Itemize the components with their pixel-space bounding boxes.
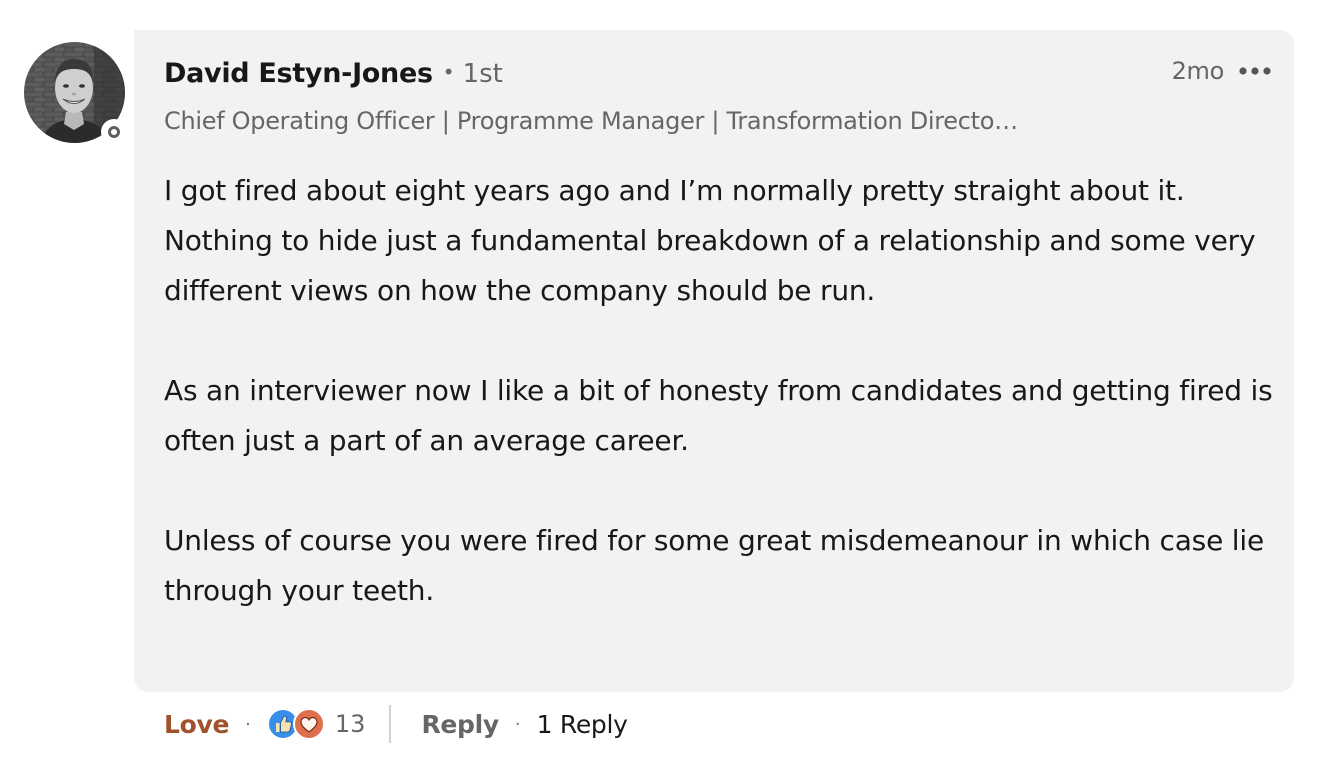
author-avatar[interactable] [24, 42, 127, 145]
author-row: David Estyn-Jones • 1st [164, 58, 503, 89]
comment-paragraph: Unless of course you were fired for some… [164, 524, 1264, 607]
reaction-count[interactable]: 13 [335, 710, 366, 738]
separator-dot: · [245, 713, 251, 735]
comment-meta: 2mo [1172, 56, 1272, 86]
ellipsis-icon [1239, 67, 1271, 75]
love-icon [292, 708, 325, 740]
replies-link[interactable]: 1 Reply [537, 710, 628, 739]
connection-degree: 1st [462, 59, 503, 89]
reaction-icons[interactable] [266, 708, 325, 740]
love-reaction-button[interactable]: Love [164, 710, 229, 739]
author-headline[interactable]: Chief Operating Officer | Programme Mana… [164, 107, 1124, 135]
separator-dot: · [514, 713, 521, 735]
comment-paragraph: I got fired about eight years ago and I’… [164, 174, 1256, 307]
comment-bubble: David Estyn-Jones • 1st Chief Operating … [134, 30, 1294, 692]
comment-paragraph: As an interviewer now I like a bit of ho… [164, 374, 1273, 457]
action-divider [389, 705, 392, 743]
reply-button[interactable]: Reply [421, 710, 499, 739]
offline-status-icon [108, 126, 120, 138]
comment-timestamp: 2mo [1171, 57, 1225, 85]
more-options-button[interactable] [1238, 56, 1272, 86]
separator-dot: • [442, 60, 455, 84]
presence-indicator [101, 119, 127, 145]
comment-text: I got fired about eight years ago and I’… [164, 166, 1274, 616]
author-name[interactable]: David Estyn-Jones [164, 58, 433, 89]
comment-actions: Love · 13 Reply · 1 Reply [164, 700, 628, 748]
